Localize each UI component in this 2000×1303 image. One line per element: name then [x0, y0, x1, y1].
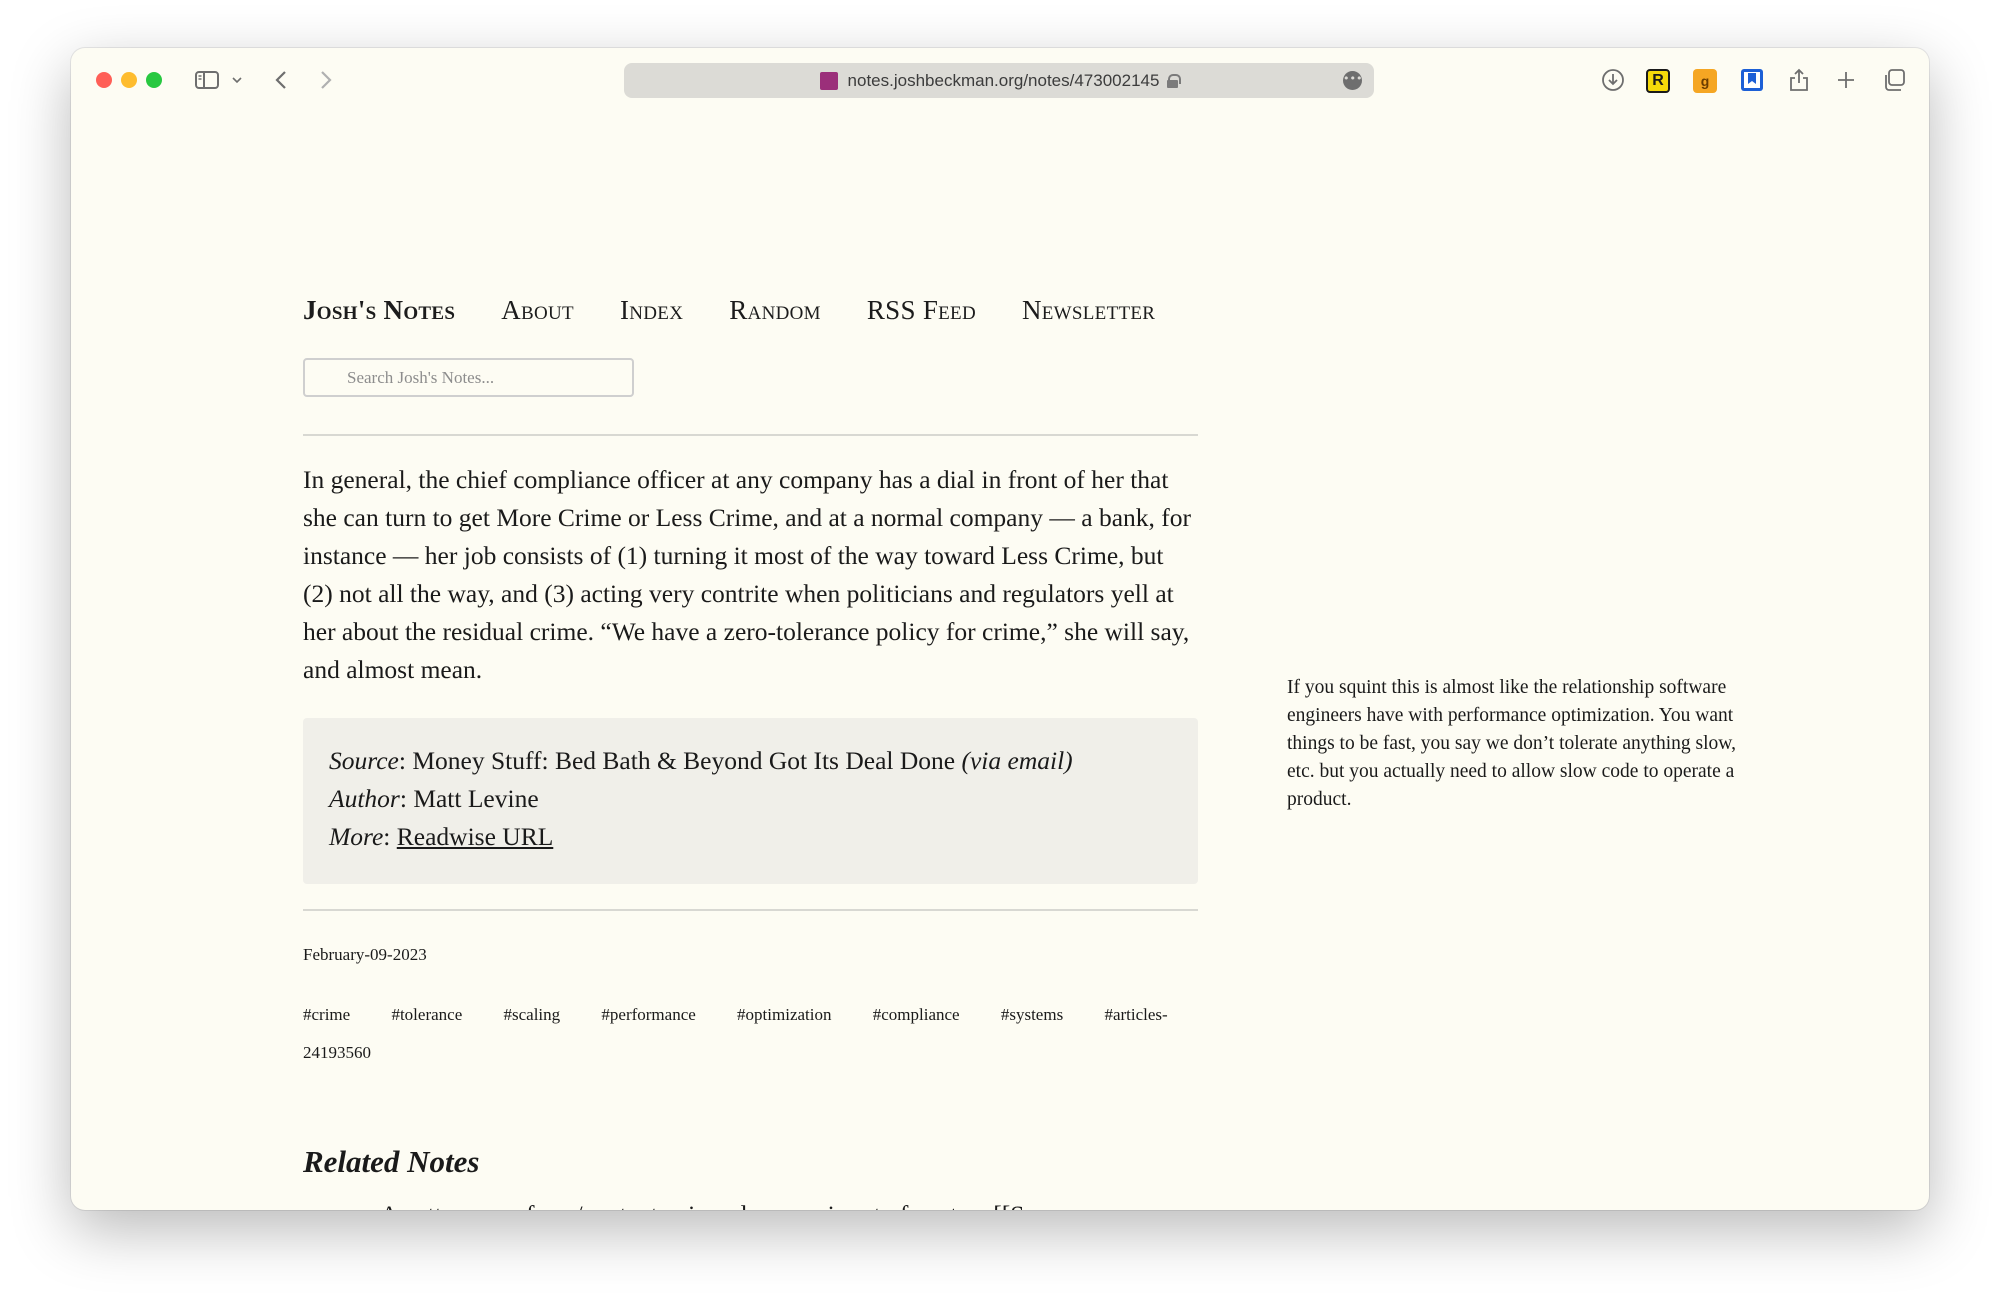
browser-toolbar: notes.joshbeckman.org/notes/473002145 ••… [71, 48, 1929, 114]
readwise-url-link[interactable]: Readwise URL [397, 822, 554, 851]
downloads-icon[interactable] [1600, 66, 1626, 94]
divider [303, 909, 1198, 911]
site-nav: Josh's Notes About Index Random RSS Feed… [303, 295, 1201, 326]
forward-icon[interactable] [316, 66, 336, 94]
note-date: February-09-2023 [303, 945, 427, 964]
related-note-item[interactable]: ➞ A pattern as a form/context pair and a… [336, 1200, 1068, 1210]
nav-rss-link[interactable]: RSS Feed [867, 295, 976, 326]
address-bar[interactable]: notes.joshbeckman.org/notes/473002145 ••… [624, 63, 1374, 98]
readwise-extension-icon[interactable]: R [1646, 69, 1670, 93]
site-brand-link[interactable]: Josh's Notes [303, 295, 455, 326]
source-line: Source: Money Stuff: Bed Bath & Beyond G… [329, 746, 1073, 775]
chevron-down-icon[interactable] [230, 66, 244, 94]
nav-random-link[interactable]: Random [729, 295, 821, 326]
related-notes-heading: Related Notes [303, 1144, 480, 1179]
site-favicon-icon [819, 71, 838, 90]
tag-link[interactable]: #tolerance [391, 1005, 462, 1024]
tag-link[interactable]: #performance [601, 1005, 695, 1024]
page-content: Josh's Notes About Index Random RSS Feed… [71, 114, 1929, 1210]
close-window-button[interactable] [96, 72, 112, 88]
tag-link[interactable]: #optimization [737, 1005, 831, 1024]
lock-icon [1167, 74, 1182, 88]
tag-link[interactable]: #scaling [504, 1005, 561, 1024]
url-text: notes.joshbeckman.org/notes/473002145 [847, 70, 1160, 90]
new-tab-icon[interactable] [1834, 66, 1858, 94]
related-note-title[interactable]: A pattern as a form/context pair and a g… [380, 1200, 1068, 1210]
nav-index-link[interactable]: Index [620, 295, 683, 326]
search-input[interactable]: Search Josh's Notes... [303, 358, 634, 397]
tag-link[interactable]: #crime [303, 1005, 350, 1024]
tab-overview-icon[interactable] [1881, 66, 1907, 94]
author-label: Author [329, 784, 400, 813]
sidenote: If you squint this is almost like the re… [1287, 677, 1736, 810]
browser-window: notes.joshbeckman.org/notes/473002145 ••… [71, 48, 1929, 1210]
nav-about-link[interactable]: About [501, 295, 574, 326]
grammar-extension-icon[interactable]: g [1693, 69, 1717, 93]
more-label: More [329, 822, 384, 851]
tag-link[interactable]: #compliance [873, 1005, 960, 1024]
nav-newsletter-link[interactable]: Newsletter [1022, 295, 1155, 326]
arrow-right-icon: ➞ [336, 1201, 356, 1210]
source-value: Money Stuff: Bed Bath & Beyond Got Its D… [412, 746, 962, 775]
minimize-window-button[interactable] [121, 72, 137, 88]
tag-list: #crime #tolerance #scaling #performance … [303, 996, 1243, 1072]
source-via: (via email) [961, 746, 1073, 775]
back-icon[interactable] [271, 66, 291, 94]
zoom-window-button[interactable] [146, 72, 162, 88]
sidebar-toggle-icon[interactable] [194, 66, 220, 94]
author-line: Author: Matt Levine [329, 784, 539, 813]
more-line: More: Readwise URL [329, 822, 554, 851]
source-label: Source [329, 746, 399, 775]
source-box: Source: Money Stuff: Bed Bath & Beyond G… [303, 718, 1198, 884]
page-menu-icon[interactable]: ••• [1343, 71, 1362, 90]
bookmark-extension-icon[interactable] [1739, 66, 1765, 94]
author-value: Matt Levine [413, 784, 539, 813]
divider [303, 434, 1198, 436]
note-body: In general, the chief compliance officer… [303, 465, 1191, 684]
tag-link[interactable]: #systems [1001, 1005, 1063, 1024]
share-icon[interactable] [1787, 66, 1811, 94]
